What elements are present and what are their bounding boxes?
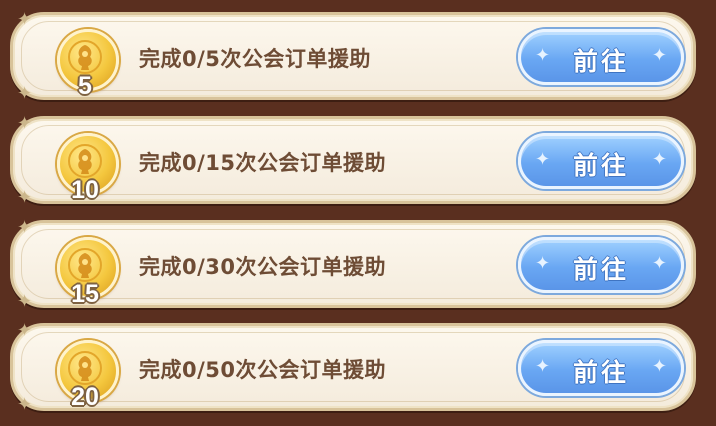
task-row: ✦ ✦ 10 完成0/15次公会订单援助 ✦ 前往 ✦ (10, 113, 696, 208)
sparkle-icon: ✦ (651, 356, 667, 377)
go-button[interactable]: ✦ 前往 ✦ (518, 237, 684, 293)
star-decor-icon: ✦ (17, 394, 33, 415)
guild-task-list: ✦ ✦ 5 完成0/5次公会订单援助 ✦ 前往 ✦ ✦ ✦ 10 完成0/15次… (0, 0, 716, 426)
sparkle-icon: ✦ (651, 45, 667, 66)
go-button[interactable]: ✦ 前往 ✦ (518, 133, 684, 189)
task-description: 完成0/30次公会订单援助 (139, 255, 387, 279)
medal-count: 5 (78, 72, 92, 100)
task-description: 完成0/15次公会订单援助 (139, 151, 387, 175)
star-decor-icon: ✦ (17, 9, 33, 30)
task-row: ✦ ✦ 5 完成0/5次公会订单援助 ✦ 前往 ✦ (10, 9, 696, 104)
task-row: ✦ ✦ 15 完成0/30次公会订单援助 ✦ 前往 ✦ (10, 217, 696, 312)
star-decor-icon: ✦ (17, 217, 33, 238)
star-decor-icon: ✦ (17, 187, 33, 208)
sparkle-icon: ✦ (651, 149, 667, 170)
sparkle-icon: ✦ (651, 253, 667, 274)
go-button[interactable]: ✦ 前往 ✦ (518, 29, 684, 85)
star-decor-icon: ✦ (17, 291, 33, 312)
task-row: ✦ ✦ 20 完成0/50次公会订单援助 ✦ 前往 ✦ (10, 320, 696, 415)
task-description: 完成0/5次公会订单援助 (139, 47, 371, 71)
star-decor-icon: ✦ (17, 83, 33, 104)
task-description: 完成0/50次公会订单援助 (139, 358, 387, 382)
medal-count: 15 (71, 280, 99, 308)
go-button[interactable]: ✦ 前往 ✦ (518, 340, 684, 396)
star-decor-icon: ✦ (17, 113, 33, 134)
medal-count: 20 (71, 383, 99, 411)
medal-count: 10 (71, 176, 99, 204)
star-decor-icon: ✦ (17, 320, 33, 341)
